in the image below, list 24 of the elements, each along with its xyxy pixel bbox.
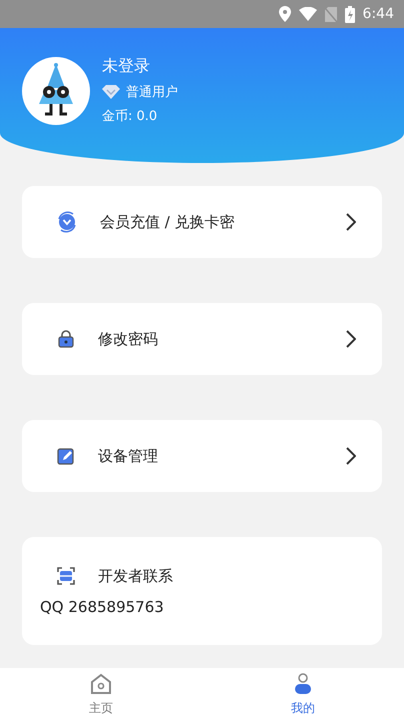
contact-title: 开发者联系 — [98, 566, 173, 586]
scan-icon — [56, 566, 76, 586]
contact-qq: QQ 2685895763 — [40, 598, 165, 616]
menu-item[interactable]: 修改密码 — [22, 303, 382, 375]
wifi-icon — [298, 7, 317, 21]
location-icon — [278, 6, 291, 22]
menu-item[interactable]: 设备管理 — [22, 420, 382, 492]
battery-icon — [344, 6, 355, 22]
diamond-icon — [102, 85, 120, 99]
clock-time: 6:44 — [362, 6, 394, 22]
user-name: 未登录 — [102, 56, 151, 77]
menu-item[interactable]: 会员充值 / 兑换卡密 — [22, 186, 382, 258]
nav-tab[interactable]: 我的 — [202, 668, 404, 720]
edit-icon — [56, 446, 76, 466]
chevron-right-icon — [346, 330, 356, 348]
home-icon — [89, 672, 113, 696]
no-sim-icon — [324, 6, 337, 22]
member-level: 普通用户 — [126, 84, 178, 101]
nav-tab[interactable]: 主页 — [0, 668, 202, 720]
chevron-right-icon — [346, 447, 356, 465]
refresh-badge-icon — [56, 211, 78, 233]
lock-icon — [56, 329, 76, 349]
coin-balance: 金币: 0.0 — [102, 108, 158, 125]
chevron-right-icon — [346, 213, 356, 231]
